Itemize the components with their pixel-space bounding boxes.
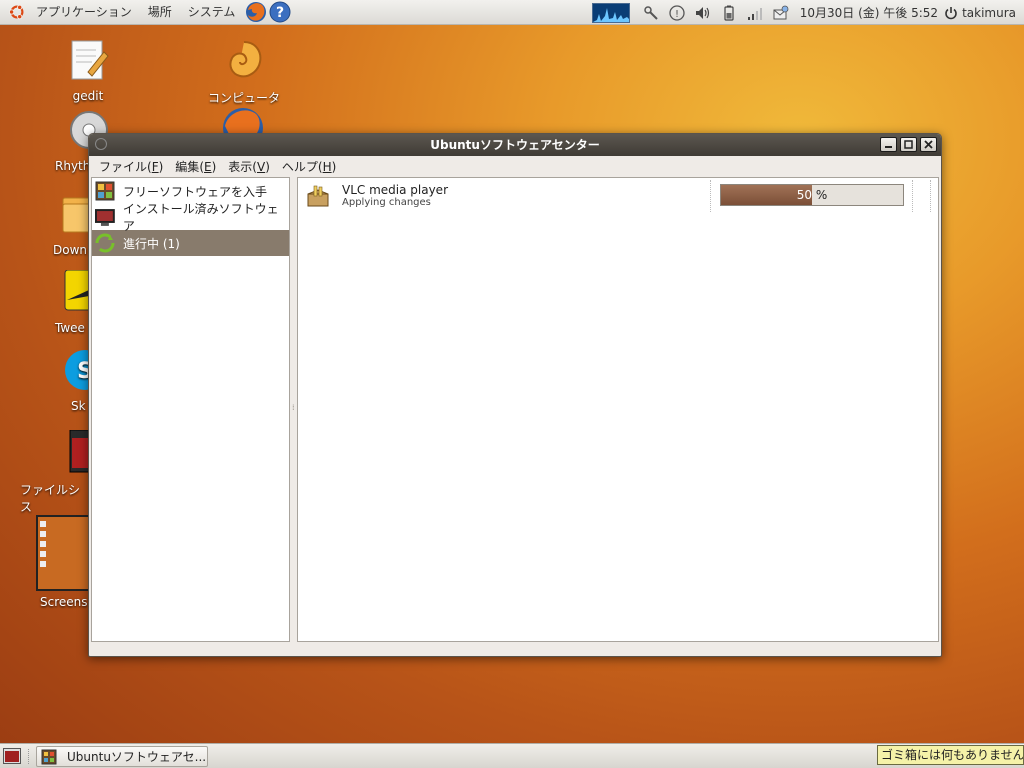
package-icon [307,185,329,207]
filesystem-icon [69,429,91,473]
progress-bar: 50 % [720,184,904,206]
sidebar-item-label: インストール済みソフトウェア [122,202,279,233]
window-titlebar[interactable]: Ubuntuソフトウェアセンター [89,134,941,156]
get-software-icon [95,181,115,201]
minimize-button[interactable] [880,137,897,152]
power-icon [945,6,957,19]
sidebar-item-installed-software[interactable]: インストール済みソフトウェア [92,202,289,233]
folder-icon [62,197,92,233]
window-menubar: ファイル(F) 編集(E) 表示(V) ヘルプ(H) [89,156,941,176]
taskbar-button-label: Ubuntuソフトウェアセ... [67,750,207,764]
package-status: Applying changes [342,197,431,208]
desktop-icon-gedit[interactable]: gedit [43,38,133,103]
system-menu[interactable]: システム [180,0,244,25]
close-button[interactable] [920,137,937,152]
desktop-icon-screenshot[interactable]: Screens [36,515,92,609]
weather-icon[interactable]: ! [668,4,686,22]
menu-view[interactable]: 表示(V) [222,158,276,175]
splitter-grip-icon: ⁞ [292,403,295,412]
desktop-icon-label: Screens [40,595,88,609]
software-center-window: Ubuntuソフトウェアセンター ファイル(F) 編集(E) 表示(V) ヘルプ… [88,133,942,657]
desktop-icon-downloads[interactable]: Down [43,192,93,257]
signal-icon[interactable] [746,4,764,22]
progress-label: 50 % [721,185,903,205]
computer-icon [229,41,262,78]
bottom-panel: Ubuntuソフトウェアセ... [0,743,1024,768]
navigation-sidebar: フリーソフトウェアを入手 インストール済みソフトウェア 進行中 (1) [91,177,290,642]
desktop-icon-label: Down [53,243,88,257]
column-divider [930,180,931,212]
sidebar-item-label: 進行中 (1) [123,236,180,251]
desktop-icon-rhythmbox[interactable]: Rhyth [43,108,108,173]
progress-unit: % [815,188,828,202]
clock[interactable]: 10月30日 (金) 午後 5:52 [800,4,938,21]
firefox-desktop-icon[interactable] [220,106,266,136]
top-panel: アプリケーション 場所 システム ? ! 10月30日 (金) 午後 5:52 … [0,0,1024,25]
desktop-icon-label: ファイルシス [20,483,81,514]
transactions-pane: VLC media player Applying changes 50 % [297,177,939,642]
taskbar-separator [28,749,32,764]
desktop-icon-tweetdeck[interactable]: Twee [43,269,94,335]
close-icon [924,140,933,149]
minimize-icon [885,146,892,148]
column-divider [912,180,913,212]
window-menu-icon[interactable] [95,138,107,150]
applications-menu[interactable]: アプリケーション [28,0,140,25]
svg-text:!: ! [675,9,679,20]
firefox-icon[interactable] [245,1,267,23]
maximize-icon [904,140,913,149]
panel-menu-bar: アプリケーション 場所 システム ? [0,0,291,25]
desktop-icon-skype[interactable]: S Sk [43,348,105,413]
taskbar-button-software-center[interactable]: Ubuntuソフトウェアセ... [36,746,208,767]
mail-icon[interactable] [772,4,790,22]
user-menu[interactable]: takimura [944,6,1016,20]
desktop-icon-computer[interactable]: コンピュータ [199,38,289,106]
window-title: Ubuntuソフトウェアセンター [430,138,600,152]
package-name: VLC media player [342,183,449,197]
desktop-icon-label: gedit [72,89,104,103]
system-tray: ! 10月30日 (金) 午後 5:52 takimura [591,0,1024,25]
installed-software-icon [95,209,115,226]
show-desktop-icon[interactable] [3,748,21,764]
ubuntu-logo-icon[interactable] [8,3,26,21]
user-name: takimura [962,5,1016,20]
help-icon[interactable]: ? [269,1,291,23]
window-content: フリーソフトウェアを入手 インストール済みソフトウェア 進行中 (1) ⁞ VL… [91,177,939,642]
svg-text:?: ? [276,5,284,21]
text-editor-icon [71,40,109,80]
places-menu[interactable]: 場所 [140,0,180,25]
progress-value: 50 [796,188,813,202]
sidebar-item-label: フリーソフトウェアを入手 [123,184,268,199]
window-controls [877,137,937,152]
desktop-icon-filesystem[interactable]: ファイルシス [20,429,91,515]
in-progress-icon [95,233,115,253]
menu-help[interactable]: ヘルプ(H) [276,158,342,175]
maximize-button[interactable] [900,137,917,152]
software-center-icon [41,749,57,764]
battery-icon[interactable] [720,4,738,22]
system-monitor-graph[interactable] [591,2,630,23]
menu-edit[interactable]: 編集(E) [169,158,222,175]
column-divider [710,180,711,212]
volume-icon[interactable] [694,4,712,22]
transaction-row[interactable]: VLC media player Applying changes 50 % [298,178,938,212]
trash-tooltip: ゴミ箱には何もありません [877,745,1024,765]
menu-file[interactable]: ファイル(F) [93,158,169,175]
desktop-icon-label: コンピュータ [207,91,280,105]
network-manager-icon[interactable] [642,4,660,22]
window-statusbar [89,642,941,656]
screenshot-thumbnail [36,515,90,591]
